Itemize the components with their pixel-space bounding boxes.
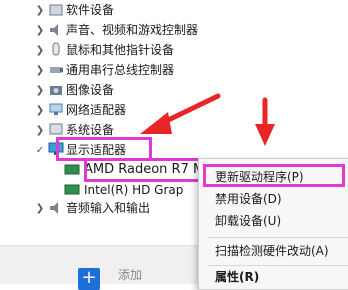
usb-icon bbox=[50, 67, 63, 73]
network-icon bbox=[49, 103, 63, 115]
context-menu-disable-device[interactable]: 禁用设备(D) bbox=[215, 189, 282, 209]
camera-icon bbox=[50, 86, 62, 95]
chevron-right-icon[interactable]: ❯ bbox=[34, 80, 46, 100]
chevron-right-icon[interactable]: ❯ bbox=[34, 60, 46, 80]
tree-item-label: 网络适配器 bbox=[66, 103, 127, 117]
context-menu-properties[interactable]: 属性(R) bbox=[215, 267, 259, 287]
software-device-icon bbox=[49, 4, 63, 16]
add-button[interactable]: + bbox=[78, 268, 100, 290]
chevron-right-icon[interactable]: ❯ bbox=[34, 40, 46, 60]
system-device-icon bbox=[49, 123, 63, 135]
chevron-right-icon[interactable]: ❯ bbox=[34, 0, 46, 20]
context-menu-uninstall-device[interactable]: 卸载设备(U) bbox=[215, 211, 281, 231]
context-menu-label: 禁用设备(D) bbox=[215, 192, 282, 206]
chevron-right-icon[interactable]: ❯ bbox=[34, 100, 46, 120]
chevron-down-icon[interactable]: ✓ bbox=[34, 140, 46, 160]
audio-icon bbox=[50, 202, 58, 214]
context-menu-label: 属性(R) bbox=[215, 270, 260, 284]
context-menu-separator bbox=[207, 265, 348, 266]
chevron-right-icon[interactable]: ❯ bbox=[34, 120, 46, 140]
tree-item-label: 软件设备 bbox=[66, 3, 115, 17]
context-menu-label: 扫描检测硬件改动(A) bbox=[215, 244, 329, 258]
mouse-icon bbox=[52, 42, 60, 56]
context-menu-label: 卸载设备(U) bbox=[215, 214, 282, 228]
speaker-icon bbox=[50, 24, 58, 36]
bottom-partial-text: 添加 bbox=[118, 268, 143, 282]
tree-item-label: 图像设备 bbox=[66, 83, 115, 97]
chevron-right-icon[interactable]: ❯ bbox=[34, 198, 46, 218]
tree-item-sound[interactable]: ❯ 声音、视频和游戏控制器 bbox=[0, 20, 240, 40]
display-card-icon bbox=[64, 164, 80, 175]
tree-item-label: 声音、视频和游戏控制器 bbox=[66, 23, 199, 37]
tree-item-imaging[interactable]: ❯ 图像设备 bbox=[0, 80, 240, 100]
highlight-box-update-driver bbox=[203, 164, 345, 187]
context-menu-separator bbox=[207, 237, 348, 238]
tree-item-label: 鼠标和其他指针设备 bbox=[66, 43, 175, 57]
tree-item-label: Intel(R) HD Grap bbox=[84, 183, 184, 197]
context-menu-scan-hardware[interactable]: 扫描检测硬件改动(A) bbox=[215, 241, 329, 261]
display-card-icon bbox=[64, 184, 80, 195]
tree-item-network[interactable]: ❯ 网络适配器 bbox=[0, 100, 240, 120]
tree-item-label: 通用串行总线控制器 bbox=[66, 63, 175, 77]
chevron-right-icon[interactable]: ❯ bbox=[34, 20, 46, 40]
tree-item-usb[interactable]: ❯ 通用串行总线控制器 bbox=[0, 60, 240, 80]
tree-item-software[interactable]: ❯ 软件设备 bbox=[0, 0, 240, 20]
tree-item-label: 音频输入和输出 bbox=[66, 201, 151, 215]
tree-item-mouse[interactable]: ❯ 鼠标和其他指针设备 bbox=[0, 40, 240, 60]
